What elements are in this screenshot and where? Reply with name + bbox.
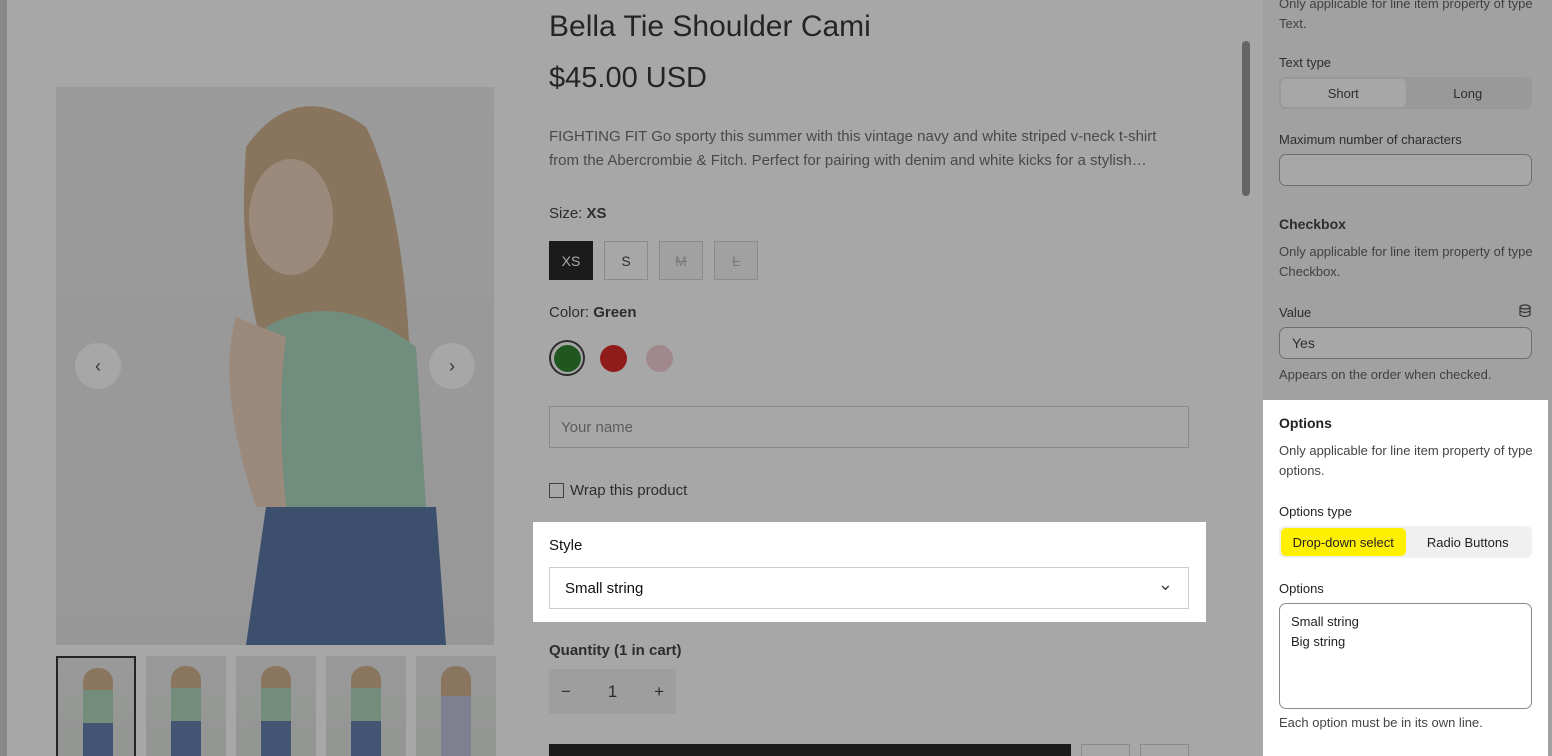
settings-panel: Only applicable for line item property o… bbox=[1263, 0, 1552, 756]
checkbox-heading: Checkbox bbox=[1279, 216, 1346, 232]
size-option-m[interactable]: M bbox=[659, 241, 703, 280]
options-type-toggle: Drop-down select Radio Buttons bbox=[1279, 526, 1532, 558]
value-help: Appears on the order when checked. bbox=[1279, 367, 1492, 382]
thumbnail[interactable] bbox=[416, 656, 496, 756]
max-chars-label: Maximum number of characters bbox=[1279, 132, 1462, 147]
product-price: $45.00 USD bbox=[549, 62, 707, 94]
style-selected-value: Small string bbox=[565, 579, 644, 597]
extra-button[interactable] bbox=[1140, 744, 1189, 756]
options-type-dropdown[interactable]: Drop-down select bbox=[1281, 528, 1406, 556]
add-to-cart-button[interactable] bbox=[549, 744, 1071, 756]
options-help: Each option must be in its own line. bbox=[1279, 715, 1483, 730]
color-selected-value: Green bbox=[593, 304, 637, 321]
quantity-stepper: − 1 + bbox=[549, 669, 676, 714]
size-option-s[interactable]: S bbox=[604, 241, 648, 280]
size-option-l[interactable]: L bbox=[714, 241, 758, 280]
next-image-button[interactable]: › bbox=[429, 343, 475, 389]
color-swatch-pink[interactable] bbox=[641, 340, 677, 376]
size-option-xs[interactable]: XS bbox=[549, 241, 593, 280]
size-selected-value: XS bbox=[586, 205, 607, 222]
quantity-value[interactable]: 1 bbox=[608, 682, 617, 702]
text-type-label: Text type bbox=[1279, 55, 1332, 70]
storefront-preview: ‹ › Bella Tie Shoulder Cami $45.00 USD F… bbox=[0, 0, 1263, 756]
size-label: Size: XS bbox=[549, 205, 607, 222]
max-chars-input[interactable] bbox=[1279, 154, 1532, 186]
thumbnail[interactable] bbox=[326, 656, 406, 756]
value-label: Value bbox=[1279, 305, 1312, 320]
value-input[interactable]: Yes bbox=[1279, 327, 1532, 359]
color-options bbox=[549, 340, 677, 376]
thumbnail[interactable] bbox=[146, 656, 226, 756]
extra-button[interactable] bbox=[1081, 744, 1130, 756]
options-textarea[interactable]: Small string Big string bbox=[1279, 603, 1532, 709]
chevron-down-icon: ⌄ bbox=[1157, 573, 1173, 594]
wrap-label: Wrap this product bbox=[570, 482, 688, 499]
product-description: FIGHTING FIT Go sporty this summer with … bbox=[549, 128, 1157, 169]
minus-icon[interactable]: − bbox=[561, 682, 571, 702]
text-type-note: Only applicable for line item property o… bbox=[1279, 0, 1533, 31]
text-type-short[interactable]: Short bbox=[1281, 79, 1406, 107]
previous-image-button[interactable]: ‹ bbox=[75, 343, 121, 389]
product-title: Bella Tie Shoulder Cami bbox=[549, 10, 871, 43]
plus-icon[interactable]: + bbox=[654, 682, 664, 702]
options-type-label: Options type bbox=[1279, 504, 1352, 519]
thumbnail[interactable] bbox=[56, 656, 136, 756]
color-swatch-red[interactable] bbox=[595, 340, 631, 376]
text-type-toggle: Short Long bbox=[1279, 77, 1532, 109]
text-type-long[interactable]: Long bbox=[1406, 79, 1531, 107]
style-field-highlight: Style Small string ⌄ bbox=[533, 522, 1206, 622]
database-icon[interactable] bbox=[1518, 304, 1532, 318]
chevron-right-icon: › bbox=[449, 355, 455, 376]
color-swatch-green[interactable] bbox=[549, 340, 585, 376]
options-note: Only applicable for line item property o… bbox=[1279, 443, 1533, 478]
frame-edge bbox=[0, 0, 7, 756]
options-heading: Options bbox=[1279, 415, 1332, 431]
size-options: XS S M L bbox=[549, 241, 758, 280]
wrap-product-option[interactable]: Wrap this product bbox=[549, 482, 687, 499]
style-select[interactable]: Small string ⌄ bbox=[549, 567, 1189, 609]
chevron-left-icon: ‹ bbox=[95, 355, 101, 376]
wrap-checkbox[interactable] bbox=[549, 483, 564, 498]
thumbnail-strip bbox=[56, 656, 496, 756]
options-type-radio[interactable]: Radio Buttons bbox=[1406, 528, 1531, 556]
style-label: Style bbox=[549, 537, 583, 554]
thumbnail[interactable] bbox=[236, 656, 316, 756]
checkbox-note: Only applicable for line item property o… bbox=[1279, 244, 1533, 279]
quantity-label: Quantity (1 in cart) bbox=[549, 642, 682, 659]
your-name-input[interactable]: Your name bbox=[549, 406, 1189, 448]
options-section-highlight: Options Only applicable for line item pr… bbox=[1263, 400, 1548, 756]
preview-scrollbar[interactable] bbox=[1242, 41, 1250, 196]
color-label: Color: Green bbox=[549, 304, 637, 321]
options-label: Options bbox=[1279, 581, 1324, 596]
